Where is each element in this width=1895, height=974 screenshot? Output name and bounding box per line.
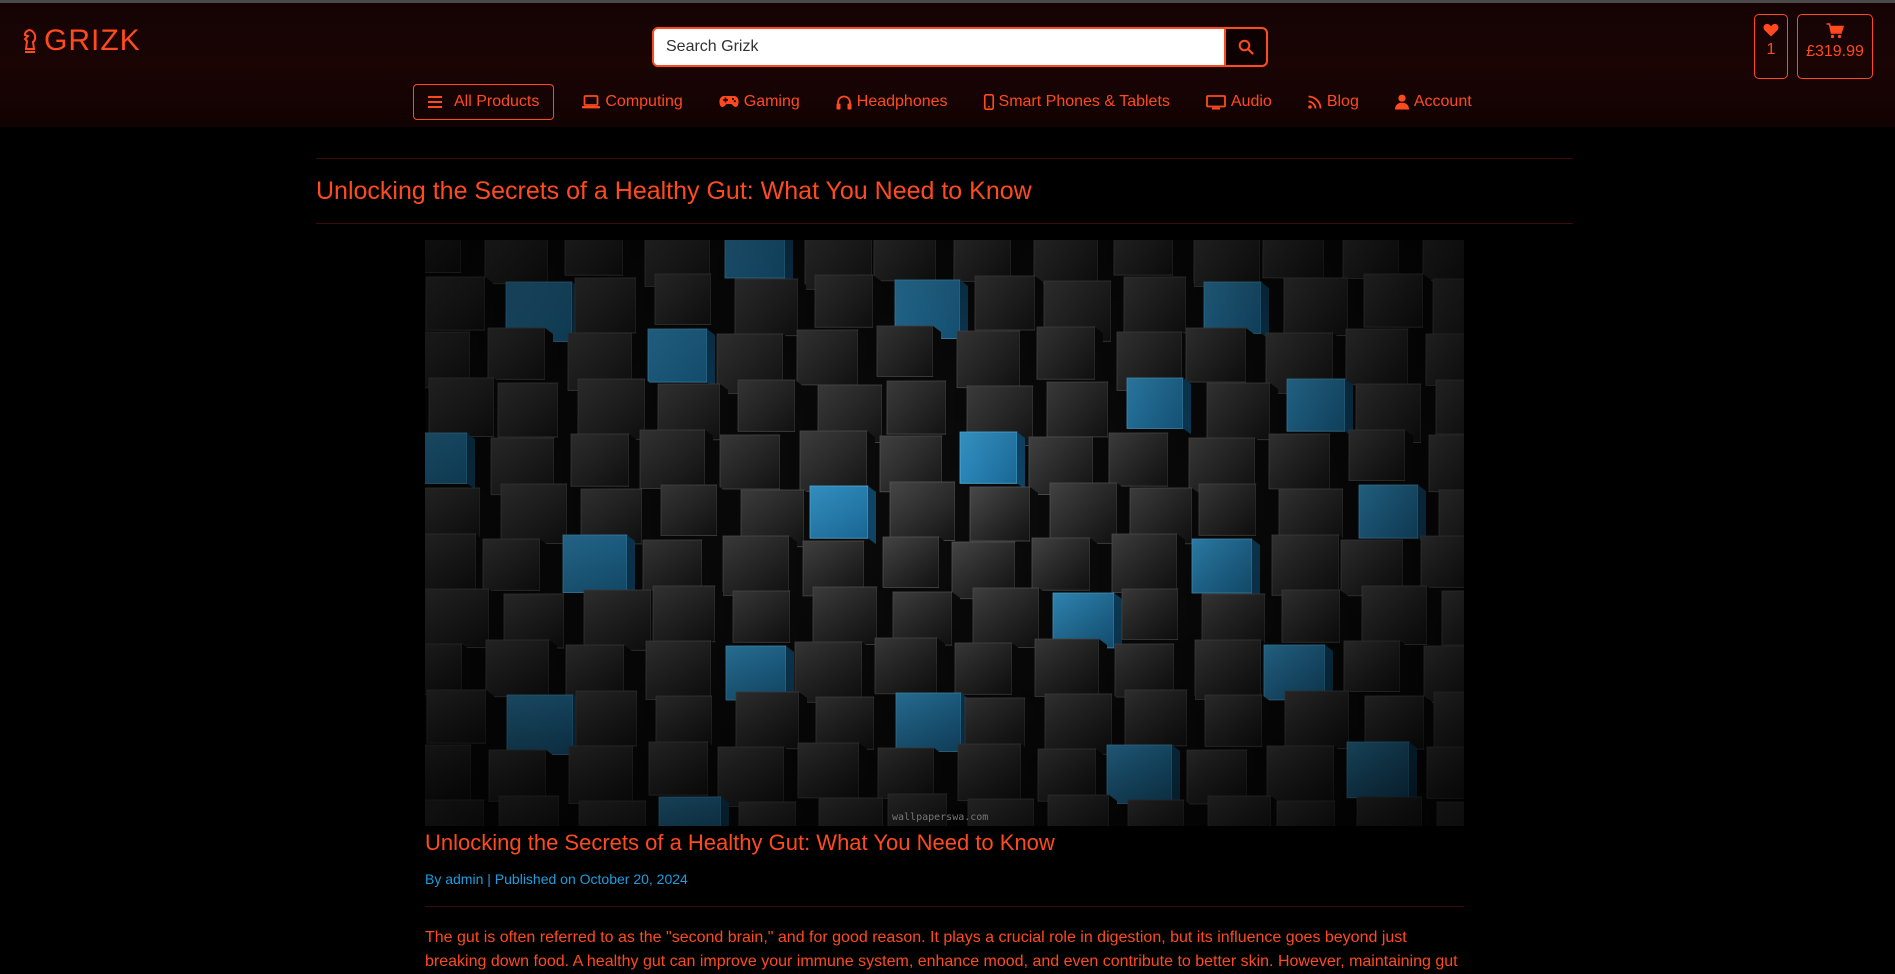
post-meta: By admin | Published on October 20, 2024 <box>425 871 688 887</box>
published-date: October 20, 2024 <box>579 871 688 887</box>
all-products-label: All Products <box>454 93 540 110</box>
search-bar <box>652 27 1268 67</box>
page-title-bar: Unlocking the Secrets of a Healthy Gut: … <box>316 158 1573 224</box>
author-link[interactable]: admin <box>445 871 483 887</box>
nav-label-smart-phones: Smart Phones & Tablets <box>998 93 1170 110</box>
page-title: Unlocking the Secrets of a Healthy Gut: … <box>316 176 1032 205</box>
wishlist-count: 1 <box>1766 41 1776 58</box>
nav-label-computing: Computing <box>605 93 683 110</box>
monitor-icon <box>1205 94 1226 109</box>
nav-item-account[interactable]: Account <box>1394 93 1472 111</box>
menu-icon <box>428 96 442 108</box>
rss-icon <box>1308 95 1322 109</box>
nav-item-computing[interactable]: Computing <box>582 93 683 111</box>
gamepad-icon <box>719 96 739 107</box>
main-nav: All Products Computing Gaming Headphones… <box>413 83 1472 121</box>
site-header: GRIZK 1 £319.99 <box>0 3 1895 127</box>
all-products-button[interactable]: All Products <box>413 84 555 120</box>
cart-total: £319.99 <box>1806 43 1864 60</box>
nav-label-account: Account <box>1413 93 1472 110</box>
author-prefix: By <box>425 871 442 887</box>
post-body: The gut is often referred to as the "sec… <box>425 929 1458 970</box>
headphones-icon <box>836 95 852 109</box>
cubes-wallpaper-image: wallpaperswa.com <box>425 240 1464 826</box>
nav-label-gaming: Gaming <box>743 93 800 110</box>
post-featured-image: wallpaperswa.com <box>425 240 1464 826</box>
nav-item-headphones[interactable]: Headphones <box>836 93 948 111</box>
brand-name: GRIZK <box>44 24 141 57</box>
search-input[interactable] <box>654 29 1226 65</box>
wishlist-button[interactable]: 1 <box>1754 14 1788 79</box>
post-title[interactable]: Unlocking the Secrets of a Healthy Gut: … <box>425 830 1464 856</box>
nav-label-blog: Blog <box>1326 93 1359 110</box>
cart-icon <box>1826 23 1844 39</box>
heart-icon <box>1763 23 1779 37</box>
blog-post-main: Unlocking the Secrets of a Healthy Gut: … <box>316 158 1573 970</box>
brand-logo[interactable]: GRIZK <box>20 24 141 57</box>
meta-separator: | <box>487 871 491 887</box>
nav-item-blog[interactable]: Blog <box>1308 93 1359 111</box>
user-icon <box>1394 94 1409 110</box>
search-button[interactable] <box>1224 29 1266 65</box>
nav-label-audio: Audio <box>1230 93 1272 110</box>
published-prefix: Published on <box>494 871 576 887</box>
nav-item-gaming[interactable]: Gaming <box>719 93 800 111</box>
search-icon <box>1238 39 1254 55</box>
chess-knight-icon <box>23 29 37 53</box>
image-watermark: wallpaperswa.com <box>892 812 988 823</box>
nav-label-headphones: Headphones <box>856 93 948 110</box>
cart-button[interactable]: £319.99 <box>1797 14 1873 79</box>
post-divider <box>425 906 1464 907</box>
phone-icon <box>983 94 994 110</box>
laptop-icon <box>582 95 601 109</box>
nav-item-smart-phones-tablets[interactable]: Smart Phones & Tablets <box>983 93 1170 111</box>
nav-item-audio[interactable]: Audio <box>1205 93 1272 111</box>
